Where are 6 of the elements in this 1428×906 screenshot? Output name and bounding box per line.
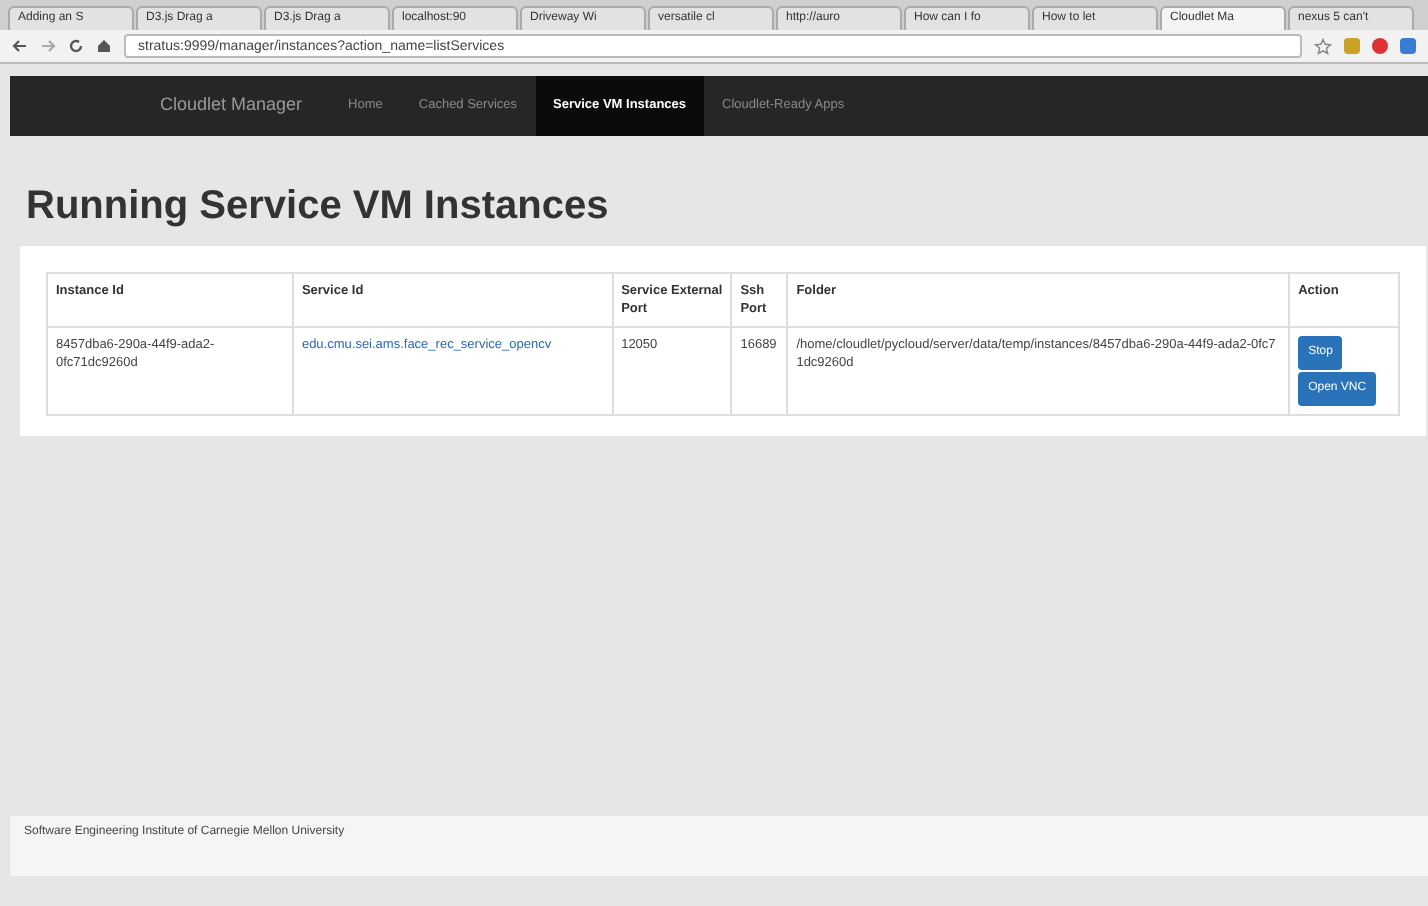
page-heading: Running Service VM Instances [26, 182, 611, 232]
home-icon[interactable] [96, 38, 112, 54]
brand[interactable]: Cloudlet Manager [160, 76, 331, 136]
reload-icon[interactable] [68, 38, 84, 54]
star-icon[interactable] [1314, 37, 1332, 55]
back-icon[interactable] [12, 38, 28, 54]
